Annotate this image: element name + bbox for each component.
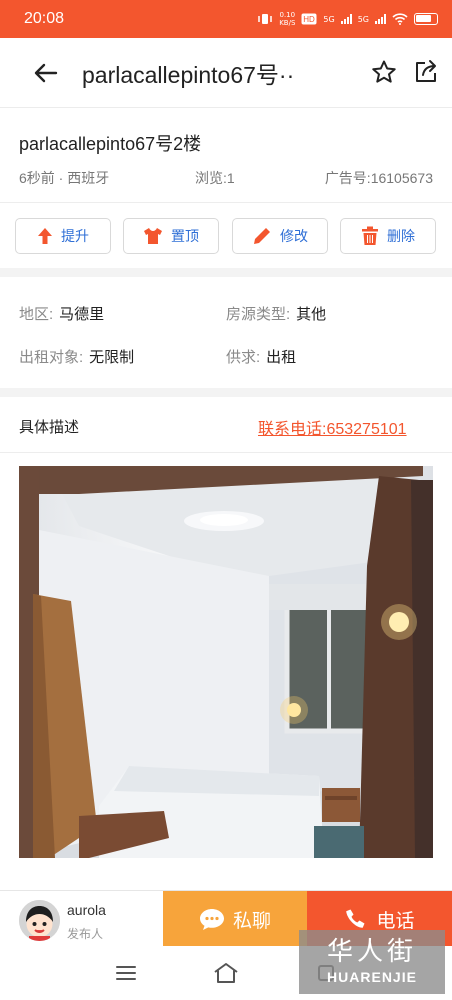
svg-text:HD: HD: [304, 15, 316, 24]
post-title: parlacallepinto67号2楼: [19, 134, 202, 154]
ad-number: 广告号:16105673: [324, 170, 433, 186]
post-meta: 6秒前 · 西班牙 浏览:1 广告号:16105673: [19, 168, 433, 190]
listing-photo[interactable]: [19, 466, 433, 858]
hd-icon: HD: [301, 13, 317, 25]
net-speed-text: 0.10 KB/S: [279, 11, 296, 27]
share-icon: [416, 60, 436, 82]
region-value: 马德里: [59, 306, 105, 323]
net-type-2: 5G: [357, 14, 369, 24]
pin-top-label: 置顶: [171, 229, 199, 245]
status-time: 20:08: [24, 10, 65, 27]
section-divider: [0, 268, 452, 277]
home-nav-button[interactable]: [213, 960, 239, 986]
vibrate-icon: [258, 14, 272, 24]
publisher-avatar[interactable]: [19, 900, 60, 941]
favorite-button[interactable]: [366, 54, 402, 90]
supply-label: 供求:: [226, 349, 261, 366]
contact-phone-link[interactable]: 联系电话:653275101: [258, 415, 407, 439]
edit-label: 修改: [280, 229, 308, 245]
region-field: 地区: 马德里: [19, 303, 104, 324]
divider-2: [0, 452, 452, 453]
promote-button[interactable]: 提升: [15, 218, 111, 254]
avatar-image: [19, 900, 60, 941]
delete-button[interactable]: 删除: [340, 218, 436, 254]
tenant-field: 出租对象: 无限制: [19, 346, 134, 367]
promote-label: 提升: [61, 229, 89, 245]
wifi-icon: [392, 13, 408, 25]
view-count: 浏览:1: [195, 170, 235, 186]
watermark-en: HUARENJIE: [327, 969, 417, 985]
pin-top-button[interactable]: 置顶: [123, 218, 219, 254]
supply-value: 出租: [266, 349, 297, 366]
pencil-icon: [254, 228, 270, 244]
room-photo: [19, 466, 433, 858]
tenant-label: 出租对象:: [19, 349, 84, 366]
menu-icon: [116, 966, 136, 980]
private-chat-button[interactable]: 私聊: [163, 891, 307, 947]
post-time-location: 6秒前 · 西班牙: [19, 170, 110, 186]
description-label: 具体描述: [19, 419, 80, 436]
watermark-cn: 华人街: [326, 937, 417, 967]
edit-button[interactable]: 修改: [232, 218, 328, 254]
watermark-logo: 华人街 HUARENJIE: [299, 930, 445, 994]
property-type-label: 房源类型:: [226, 306, 291, 323]
nav-title: parlacallepinto67号··: [82, 61, 295, 88]
signal-icon-2: [375, 14, 386, 24]
property-type-value: 其他: [296, 306, 327, 323]
publisher-role: 发布人: [67, 927, 104, 941]
tenant-value: 无限制: [89, 349, 135, 366]
menu-nav-button[interactable]: [113, 960, 139, 986]
status-bar: 20:08 0.10 KB/S HD 5G 5G: [0, 0, 452, 38]
top-nav: parlacallepinto67号··: [0, 38, 452, 108]
back-arrow-icon: [34, 63, 58, 82]
property-type-field: 房源类型: 其他: [226, 303, 326, 324]
shirt-icon: [144, 228, 162, 244]
arrow-up-icon: [38, 228, 52, 244]
star-icon: [372, 60, 396, 83]
supply-field: 供求: 出租: [226, 346, 296, 367]
back-button[interactable]: [24, 51, 68, 95]
chat-bubble-icon: [199, 909, 224, 930]
section-divider-2: [0, 388, 452, 397]
trash-icon: [362, 226, 378, 245]
divider: [0, 202, 452, 203]
battery-icon: [414, 13, 438, 25]
share-button[interactable]: [408, 54, 444, 90]
net-type-1: 5G: [323, 14, 335, 24]
private-chat-label: 私聊: [232, 909, 271, 932]
signal-icon: [340, 14, 352, 24]
delete-label: 删除: [387, 229, 415, 245]
status-icons: 0.10 KB/S HD 5G 5G: [257, 11, 438, 27]
publisher-name: aurola: [67, 902, 106, 918]
home-icon: [214, 963, 238, 983]
region-label: 地区:: [19, 306, 54, 323]
phone-icon: [346, 909, 365, 928]
call-label: 电话: [376, 909, 415, 932]
